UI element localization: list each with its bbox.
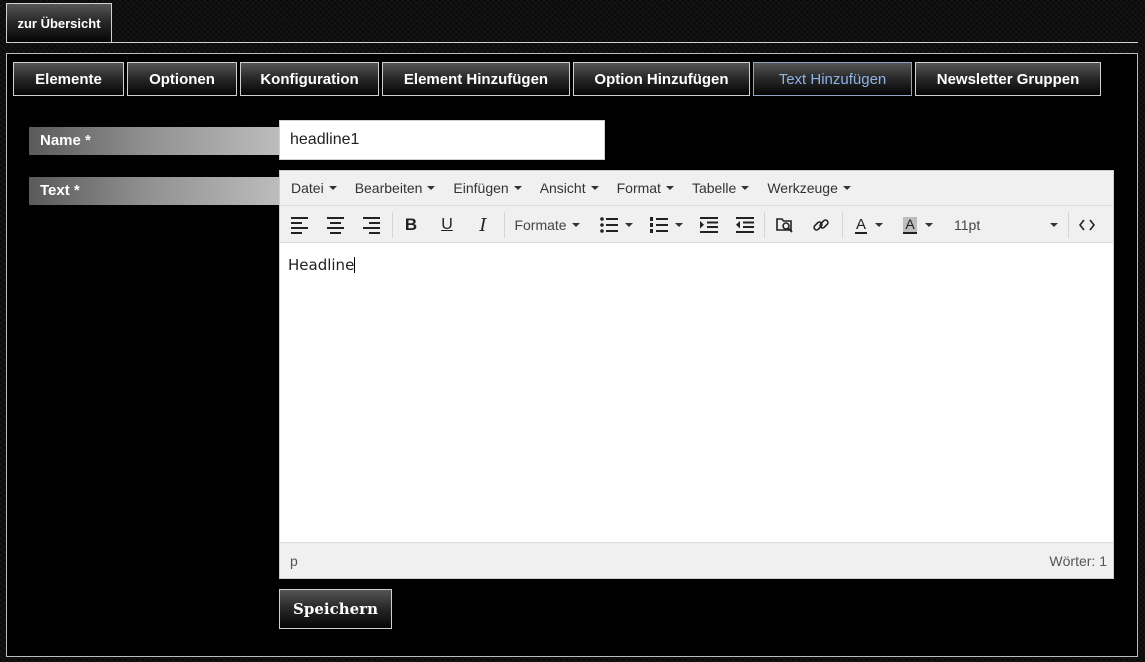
menu-label: Einfügen (453, 180, 509, 196)
caret-down-icon (741, 186, 750, 190)
text-label: Text * (29, 177, 281, 205)
bullet-list-glyph (599, 217, 618, 233)
toolbar-separator (392, 212, 393, 238)
caret-down-icon (1050, 223, 1058, 227)
save-button[interactable]: Speichern (279, 589, 392, 629)
menu-label: Datei (291, 180, 324, 196)
tab-elemente[interactable]: Elemente (13, 62, 124, 96)
caret-down-icon (624, 223, 633, 227)
top-divider (6, 42, 1138, 43)
italic-icon[interactable]: I (470, 210, 496, 240)
editor-content-text: Headline (288, 256, 355, 274)
font-size-select[interactable]: 11pt (950, 210, 1062, 240)
formats-dropdown[interactable]: Formate (510, 210, 584, 240)
menu-label: Bearbeiten (354, 180, 423, 196)
numbered-list-glyph (649, 217, 668, 233)
caret-down-icon (842, 186, 851, 190)
back-to-overview-button[interactable]: zur Übersicht (6, 3, 112, 43)
caret-down-icon (590, 186, 599, 190)
source-code-icon[interactable] (1074, 210, 1100, 240)
tab-text-hinzufuegen[interactable]: Text Hinzufügen (753, 62, 912, 96)
caret-down-icon (328, 186, 337, 190)
link-glyph (813, 219, 829, 231)
outdent-glyph (736, 217, 754, 233)
caret-down-icon (674, 223, 683, 227)
text-color-icon[interactable]: A (848, 210, 890, 240)
outdent-icon[interactable] (732, 210, 758, 240)
search-replace-glyph (776, 218, 793, 233)
formats-label: Formate (514, 217, 567, 233)
menu-werkzeuge[interactable]: Werkzeuge (758, 180, 860, 196)
menu-tabelle[interactable]: Tabelle (683, 180, 758, 196)
numbered-list-icon[interactable] (646, 210, 686, 240)
toolbar-separator (842, 212, 843, 238)
main-panel: Elemente Optionen Konfiguration Element … (6, 53, 1138, 657)
indent-glyph (700, 217, 718, 233)
source-code-glyph (1079, 219, 1095, 231)
text-color-glyph: A (854, 215, 867, 234)
menu-label: Format (616, 180, 661, 196)
editor-statusbar: p Wörter: 1 (280, 542, 1113, 578)
tab-optionen[interactable]: Optionen (127, 62, 237, 96)
editor-menubar: Datei Bearbeiten Einfügen Ansicht Format… (280, 171, 1113, 205)
caret-down-icon (665, 186, 674, 190)
toolbar-separator (764, 212, 765, 238)
caret-down-icon (924, 223, 933, 227)
underline-icon[interactable]: U (434, 210, 460, 240)
background-color-icon[interactable]: A (897, 210, 939, 240)
link-icon[interactable] (808, 210, 834, 240)
align-center-icon[interactable] (322, 210, 348, 240)
menu-bearbeiten[interactable]: Bearbeiten (346, 180, 445, 196)
align-right-icon[interactable] (358, 210, 384, 240)
menu-label: Ansicht (539, 180, 586, 196)
align-left-icon[interactable] (286, 210, 312, 240)
caret-down-icon (513, 186, 522, 190)
menu-label: Tabelle (691, 180, 737, 196)
tab-element-hinzufuegen[interactable]: Element Hinzufügen (382, 62, 570, 96)
menu-format[interactable]: Format (608, 180, 683, 196)
caret-down-icon (427, 186, 436, 190)
editor-content-area[interactable]: Headline (280, 243, 1113, 543)
indent-icon[interactable] (696, 210, 722, 240)
element-path[interactable]: p (290, 553, 298, 569)
rich-text-editor: Datei Bearbeiten Einfügen Ansicht Format… (279, 170, 1114, 579)
toolbar-separator (1068, 212, 1069, 238)
font-size-value: 11pt (954, 217, 981, 233)
menu-ansicht[interactable]: Ansicht (531, 180, 608, 196)
menu-einfuegen[interactable]: Einfügen (444, 180, 530, 196)
caret-down-icon (571, 223, 580, 227)
tab-newsletter-gruppen[interactable]: Newsletter Gruppen (915, 62, 1101, 96)
search-replace-icon[interactable] (772, 210, 798, 240)
name-input[interactable] (279, 120, 605, 160)
toolbar-separator (504, 212, 505, 238)
text-cursor (354, 257, 356, 273)
caret-down-icon (875, 223, 883, 227)
word-count: Wörter: 1 (1049, 552, 1107, 569)
name-label: Name * (29, 127, 281, 155)
bullet-list-icon[interactable] (596, 210, 636, 240)
menu-label: Werkzeuge (767, 180, 838, 196)
menu-datei[interactable]: Datei (282, 180, 346, 196)
editor-toolbar: B U I Formate A A 11pt (280, 205, 1113, 243)
tab-option-hinzufuegen[interactable]: Option Hinzufügen (573, 62, 750, 96)
bold-icon[interactable]: B (398, 210, 424, 240)
background-color-glyph: A (903, 215, 917, 234)
tab-konfiguration[interactable]: Konfiguration (240, 62, 379, 96)
